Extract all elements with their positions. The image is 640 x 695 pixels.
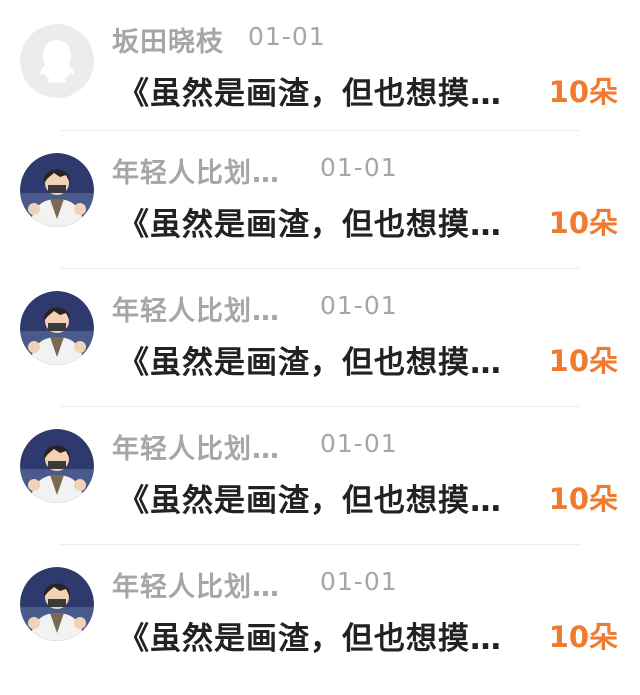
user-name: 年轻人比划… bbox=[112, 296, 280, 327]
message-text: 《虽然是画渣，但也想摸… bbox=[118, 207, 502, 243]
anime-character-avatar-icon bbox=[20, 567, 94, 641]
list-item[interactable]: 年轻人比划… 01-01 《虽然是画渣，但也想摸… 10朵 bbox=[0, 545, 640, 683]
avatar[interactable] bbox=[20, 429, 94, 503]
timestamp: 01-01 bbox=[320, 567, 398, 596]
anime-character-avatar-icon bbox=[20, 291, 94, 365]
gift-count: 10朵 bbox=[548, 75, 618, 109]
timestamp: 01-01 bbox=[320, 291, 398, 320]
list-item[interactable]: 年轻人比划… 01-01 《虽然是画渣，但也想摸… 10朵 bbox=[0, 407, 640, 545]
message-text: 《虽然是画渣，但也想摸… bbox=[118, 345, 502, 381]
message-text: 《虽然是画渣，但也想摸… bbox=[118, 621, 502, 657]
list-item[interactable]: 年轻人比划… 01-01 《虽然是画渣，但也想摸… 10朵 bbox=[0, 269, 640, 407]
avatar[interactable] bbox=[20, 567, 94, 641]
list-item[interactable]: 坂田晓枝 01-01 《虽然是画渣，但也想摸… 10朵 bbox=[0, 0, 640, 131]
gift-count: 10朵 bbox=[548, 206, 618, 240]
user-name: 年轻人比划… bbox=[112, 434, 280, 465]
message-list: 坂田晓枝 01-01 《虽然是画渣，但也想摸… 10朵 年轻人比划… 01-01… bbox=[0, 0, 640, 695]
user-name: 坂田晓枝 bbox=[112, 27, 224, 58]
gift-count: 10朵 bbox=[548, 620, 618, 654]
gift-count: 10朵 bbox=[548, 482, 618, 516]
message-text: 《虽然是画渣，但也想摸… bbox=[118, 483, 502, 519]
avatar[interactable] bbox=[20, 24, 94, 98]
user-name: 年轻人比划… bbox=[112, 158, 280, 189]
avatar[interactable] bbox=[20, 153, 94, 227]
user-name: 年轻人比划… bbox=[112, 572, 280, 603]
timestamp: 01-01 bbox=[320, 429, 398, 458]
message-text: 《虽然是画渣，但也想摸… bbox=[118, 76, 502, 112]
avatar[interactable] bbox=[20, 291, 94, 365]
list-item[interactable]: 年轻人比划… 01-01 《虽然是画渣，但也想摸… 10朵 bbox=[0, 131, 640, 269]
anime-character-avatar-icon bbox=[20, 429, 94, 503]
anime-character-avatar-icon bbox=[20, 153, 94, 227]
gift-count: 10朵 bbox=[548, 344, 618, 378]
timestamp: 01-01 bbox=[248, 22, 326, 51]
default-avatar-icon bbox=[20, 24, 94, 98]
timestamp: 01-01 bbox=[320, 153, 398, 182]
